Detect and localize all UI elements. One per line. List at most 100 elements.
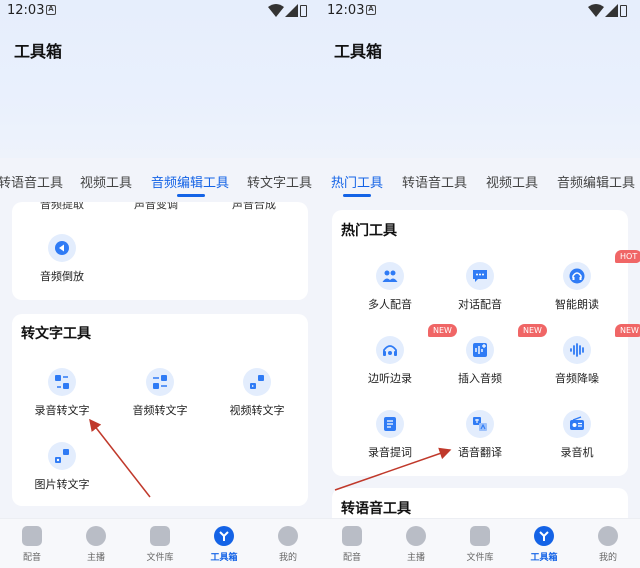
nav-item-files[interactable]: 文件库 [448, 526, 512, 563]
audio-edit-card: 音频提取 声音变调 声音合成 音频倒放 [12, 202, 308, 300]
tool-label: 录音转文字 [34, 404, 90, 417]
tool-denoise[interactable]: NEW 音频降噪 [532, 324, 640, 386]
signal-icon [605, 4, 618, 17]
nav-label: 我的 [278, 553, 297, 563]
status-bar: 12:03 A [0, 0, 320, 24]
tab-tts[interactable]: 转语音工具 [402, 172, 467, 191]
tool-label-audio-extract[interactable]: 音频提取 [40, 202, 84, 212]
tool-chat-dub[interactable]: 对话配音 [435, 262, 525, 312]
status-icons [268, 4, 312, 18]
video-to-text-icon [243, 368, 271, 396]
tool-multi-dub[interactable]: 多人配音 [345, 262, 435, 312]
section-title-tts: 转语音工具 [341, 501, 411, 517]
dub-icon [342, 526, 362, 546]
headphones-icon: HOT [563, 250, 640, 290]
chat-dub-icon [466, 262, 494, 290]
category-tabs: 热门工具 转语音工具 视频工具 音频编辑工具 [320, 160, 640, 202]
tool-voice-translate[interactable]: 语音翻译 [435, 410, 525, 460]
nav-label: 我的 [598, 553, 617, 563]
status-icons [588, 4, 632, 18]
profile-icon [278, 526, 298, 546]
nav-item-anchor[interactable]: 主播 [384, 526, 448, 563]
hot-badge: HOT [615, 250, 640, 263]
tool-listen-record[interactable]: NEW 边听边录 [345, 324, 457, 386]
tool-video-to-text[interactable]: 视频转文字 [212, 368, 302, 418]
active-tab-indicator [343, 194, 371, 197]
tab-hot[interactable]: 热门工具 [331, 172, 383, 191]
section-title-hot: 热门工具 [341, 223, 397, 239]
rewind-icon [48, 234, 76, 262]
nav-item-toolbox[interactable]: 工具箱 [192, 526, 256, 563]
tool-label: 图片转文字 [34, 478, 90, 491]
tool-teleprompter[interactable]: 录音提词 [345, 410, 435, 460]
tool-label: 视频转文字 [229, 404, 285, 417]
nav-item-me[interactable]: 我的 [576, 526, 640, 563]
tool-label-pitch[interactable]: 声音变调 [134, 202, 178, 212]
status-time: 12:03 [327, 3, 365, 18]
speech-to-text-icon [48, 368, 76, 396]
section-title-to-text: 转文字工具 [21, 326, 91, 342]
file-library-icon [150, 526, 170, 546]
nav-item-dub[interactable]: 配音 [0, 526, 64, 563]
nav-label: 配音 [22, 553, 41, 563]
listen-record-icon: NEW [376, 324, 457, 364]
nav-label: 配音 [342, 553, 361, 563]
tab-video[interactable]: 视频工具 [80, 172, 132, 191]
nav-label: 文件库 [146, 553, 174, 563]
tool-smart-read[interactable]: HOT 智能朗读 [532, 250, 640, 312]
category-tabs: 转语音工具 视频工具 音频编辑工具 转文字工具 [0, 160, 320, 202]
left-screen: 12:03 A 工具箱 转语音工具 视频工具 音频编辑工具 转文字工具 音频提取… [0, 0, 320, 568]
denoise-icon: NEW [563, 324, 640, 364]
nav-item-anchor[interactable]: 主播 [64, 526, 128, 563]
nav-label: 主播 [86, 553, 105, 563]
translate-icon [466, 410, 494, 438]
nav-item-files[interactable]: 文件库 [128, 526, 192, 563]
tab-tts[interactable]: 转语音工具 [0, 172, 63, 191]
tool-recorder[interactable]: 录音机 [532, 410, 622, 460]
tool-audio-to-text[interactable]: 音频转文字 [115, 368, 205, 418]
tool-label: 多人配音 [368, 298, 412, 311]
new-badge: NEW [615, 324, 640, 337]
anchor-icon [86, 526, 106, 546]
tool-label: 录音提词 [368, 446, 412, 459]
nav-label: 文件库 [466, 553, 494, 563]
nav-label: 工具箱 [210, 553, 238, 563]
tool-label: 智能朗读 [555, 298, 599, 311]
recorder-icon [563, 410, 591, 438]
tool-record-to-text[interactable]: 录音转文字 [17, 368, 107, 418]
right-screen: 12:03 A 工具箱 热门工具 转语音工具 视频工具 音频编辑工具 热门工具 … [320, 0, 640, 568]
hot-tools-card: 热门工具 多人配音 对话配音 HOT 智能朗读 NEW 边听边录 NEW 插入音… [332, 210, 640, 476]
page-title: 工具箱 [334, 42, 383, 61]
battery-icon [300, 5, 307, 17]
tab-to-text[interactable]: 转文字工具 [247, 172, 312, 191]
tool-image-to-text[interactable]: 图片转文字 [17, 442, 107, 492]
status-bar: 12:03 A [320, 0, 640, 24]
wifi-icon [588, 4, 604, 17]
nav-item-me[interactable]: 我的 [256, 526, 320, 563]
tool-label: 音频降噪 [555, 372, 599, 385]
bottom-nav: 配音 主播 文件库 工具箱 我的 [320, 518, 640, 568]
tool-label-synthesis[interactable]: 声音合成 [232, 202, 276, 212]
tab-audio-edit[interactable]: 音频编辑工具 [557, 172, 635, 191]
tool-label: 对话配音 [458, 298, 502, 311]
tool-label: 音频倒放 [40, 270, 84, 283]
tool-label: 插入音频 [458, 372, 502, 385]
scrolled-tool-labels: 音频提取 声音变调 声音合成 [12, 202, 308, 212]
tab-audio-edit[interactable]: 音频编辑工具 [151, 172, 229, 191]
tool-insert-audio[interactable]: NEW 插入音频 [435, 324, 547, 386]
insert-audio-icon: NEW [466, 324, 547, 364]
file-library-icon [470, 526, 490, 546]
active-tab-indicator [177, 194, 205, 197]
audio-to-text-icon [146, 368, 174, 396]
notification-a-icon: A [46, 5, 56, 15]
wifi-icon [268, 4, 284, 17]
dub-icon [22, 526, 42, 546]
bottom-nav: 配音 主播 文件库 工具箱 我的 [0, 518, 320, 568]
toolbox-icon [214, 526, 234, 546]
tool-audio-reverse[interactable]: 音频倒放 [17, 234, 107, 284]
teleprompter-icon [376, 410, 404, 438]
nav-item-toolbox[interactable]: 工具箱 [512, 526, 576, 563]
page-title: 工具箱 [14, 42, 63, 61]
nav-item-dub[interactable]: 配音 [320, 526, 384, 563]
tab-video[interactable]: 视频工具 [486, 172, 538, 191]
